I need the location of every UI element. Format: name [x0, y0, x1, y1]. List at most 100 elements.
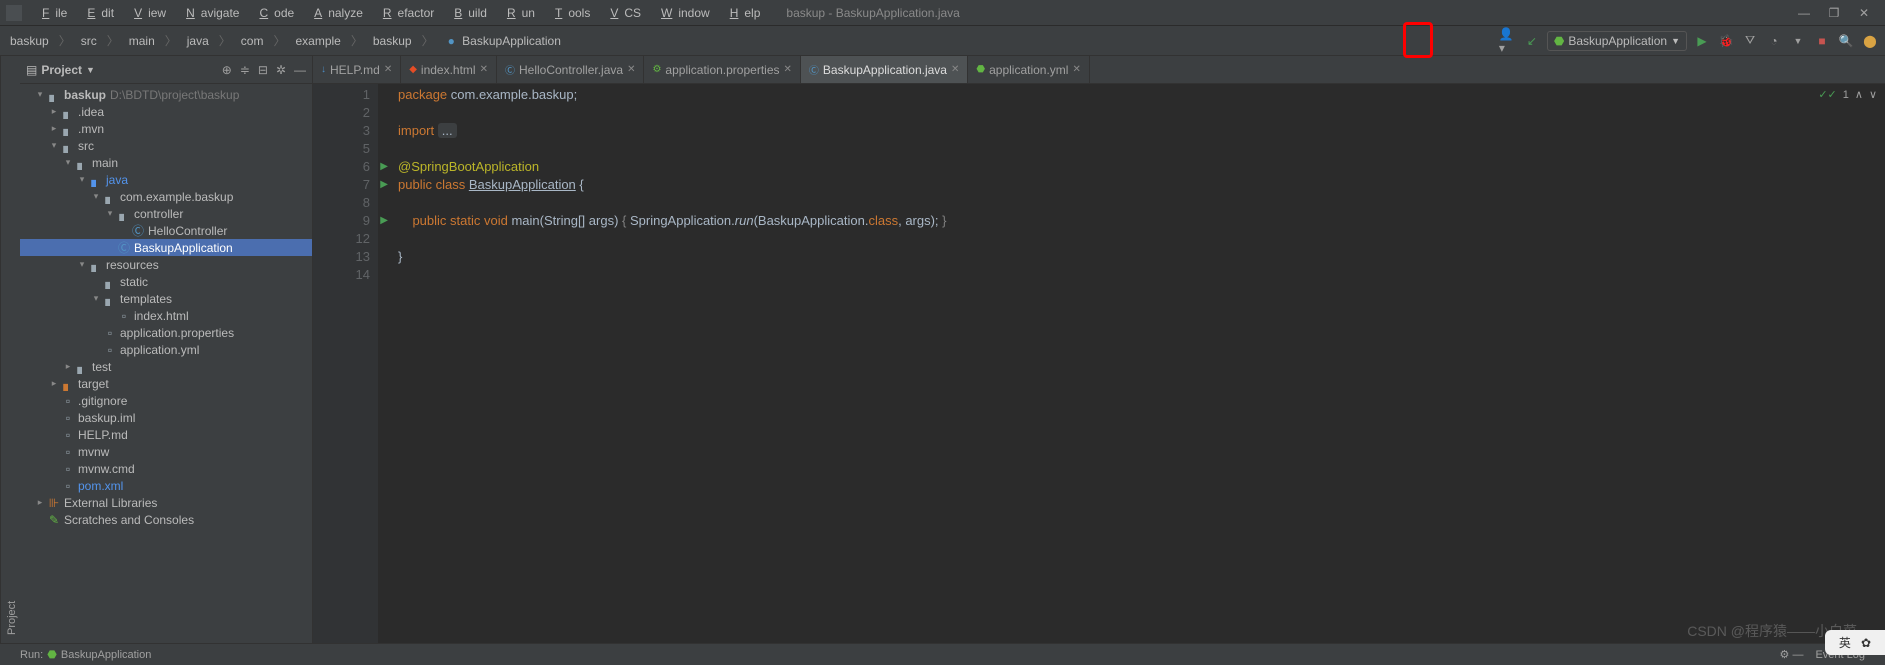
editor-tab[interactable]: ⚙application.properties✕ — [644, 56, 800, 83]
tree-node[interactable]: ▫mvnw.cmd — [20, 460, 312, 477]
gutter-run-icon[interactable]: ▶ — [380, 158, 388, 176]
tree-node[interactable]: ▸▖target — [20, 375, 312, 392]
tree-node[interactable]: ▫pom.xml — [20, 477, 312, 494]
locate-icon[interactable]: ⊕ — [222, 63, 232, 77]
tree-node[interactable]: ▫.gitignore — [20, 392, 312, 409]
hide-icon[interactable]: — — [294, 63, 306, 77]
editor-tab[interactable]: ⒸBaskupApplication.java✕ — [801, 56, 968, 83]
tree-node[interactable]: ▖static — [20, 273, 312, 290]
run-tool-window[interactable]: Run: ⬣ BaskupApplication — [20, 648, 151, 661]
tree-node[interactable]: ▾▖src — [20, 137, 312, 154]
menu-vcs[interactable]: VCS — [598, 4, 647, 22]
breadcrumb-item[interactable]: baskup — [369, 32, 416, 50]
stop-button[interactable]: ■ — [1813, 32, 1831, 50]
maximize-button[interactable]: ❐ — [1827, 6, 1841, 20]
tree-node[interactable]: ▫application.yml — [20, 341, 312, 358]
editor-status[interactable]: ✓✓ 1 ∧ ∨ — [1818, 88, 1877, 101]
sync-icon[interactable]: ↙ — [1523, 32, 1541, 50]
tree-node[interactable]: ▸▖test — [20, 358, 312, 375]
code-editor[interactable]: 12356▶7▶89▶121314 package com.example.ba… — [313, 84, 1885, 643]
run-button[interactable]: ▶ — [1693, 32, 1711, 50]
tree-node[interactable]: ⒸHelloController — [20, 222, 312, 239]
tree-arrow-icon[interactable]: ▸ — [48, 106, 60, 117]
expand-icon[interactable]: ≑ — [240, 63, 250, 77]
menu-file[interactable]: File — [30, 4, 73, 22]
tree-node[interactable]: ▫mvnw — [20, 443, 312, 460]
menu-build[interactable]: Build — [442, 4, 493, 22]
editor-tab[interactable]: ↓HELP.md✕ — [313, 56, 401, 83]
tab-close-icon[interactable]: ✕ — [384, 64, 392, 75]
tree-arrow-icon[interactable]: ▾ — [48, 140, 60, 151]
tab-close-icon[interactable]: ✕ — [480, 64, 488, 75]
menu-analyze[interactable]: Analyze — [302, 4, 369, 22]
ime-indicator[interactable]: 英 ✿ — [1825, 630, 1885, 655]
search-icon[interactable]: 🔍 — [1837, 32, 1855, 50]
tree-arrow-icon[interactable]: ▾ — [90, 293, 102, 304]
gutter-run-icon[interactable]: ▶ — [380, 212, 388, 230]
debug-button[interactable]: 🐞 — [1717, 32, 1735, 50]
collapse-icon[interactable]: ⊟ — [258, 63, 268, 77]
tree-node[interactable]: ⒸBaskupApplication — [20, 239, 312, 256]
tree-node[interactable]: ▾▖resources — [20, 256, 312, 273]
tree-node[interactable]: ▾▖baskupD:\BDTD\project\baskup — [20, 86, 312, 103]
code-content[interactable]: package com.example.baskup;import ...@Sp… — [378, 84, 1885, 643]
editor-tab[interactable]: ⬣application.yml✕ — [968, 56, 1090, 83]
run-config-dropdown[interactable]: ⬣ BaskupApplication ▼ — [1547, 31, 1687, 51]
project-tree[interactable]: ▾▖baskupD:\BDTD\project\baskup▸▖.idea▸▖.… — [20, 84, 312, 643]
tree-node[interactable]: ▫application.properties — [20, 324, 312, 341]
tree-node[interactable]: ▾▖templates — [20, 290, 312, 307]
tree-node[interactable]: ▫baskup.iml — [20, 409, 312, 426]
breadcrumb-item[interactable]: ● BaskupApplication — [440, 32, 565, 50]
settings-icon[interactable]: ✲ — [276, 63, 286, 77]
settings-bottom-icon[interactable]: ⚙ — — [1780, 648, 1804, 661]
menu-refactor[interactable]: Refactor — [371, 4, 440, 22]
tree-arrow-icon[interactable]: ▸ — [34, 497, 46, 508]
breadcrumb-item[interactable]: example — [291, 32, 344, 50]
tree-node[interactable]: ▾▖controller — [20, 205, 312, 222]
breadcrumb-item[interactable]: main — [125, 32, 159, 50]
gutter-run-icon[interactable]: ▶ — [380, 176, 388, 194]
tree-node[interactable]: ▫HELP.md — [20, 426, 312, 443]
add-user-icon[interactable]: 👤▾ — [1499, 32, 1517, 50]
minimize-button[interactable]: — — [1797, 6, 1811, 20]
tab-close-icon[interactable]: ✕ — [1072, 64, 1080, 75]
menu-edit[interactable]: Edit — [75, 4, 120, 22]
tree-node[interactable]: ▾▖main — [20, 154, 312, 171]
more-run-icon[interactable]: ▼ — [1789, 32, 1807, 50]
up-icon[interactable]: ∧ — [1855, 88, 1863, 101]
tree-arrow-icon[interactable]: ▾ — [34, 89, 46, 100]
help-icon[interactable]: ⬤ — [1861, 32, 1879, 50]
tab-close-icon[interactable]: ✕ — [951, 64, 959, 75]
menu-view[interactable]: View — [122, 4, 172, 22]
breadcrumb-item[interactable]: src — [77, 32, 101, 50]
menu-help[interactable]: Help — [718, 4, 767, 22]
down-icon[interactable]: ∨ — [1869, 88, 1877, 101]
breadcrumb-item[interactable]: baskup — [6, 32, 53, 50]
tree-arrow-icon[interactable]: ▾ — [62, 157, 74, 168]
tree-node[interactable]: ✎Scratches and Consoles — [20, 511, 312, 528]
coverage-button[interactable]: ⛛ — [1741, 32, 1759, 50]
breadcrumb-item[interactable]: java — [183, 32, 213, 50]
menu-navigate[interactable]: Navigate — [174, 4, 245, 22]
tab-close-icon[interactable]: ✕ — [627, 64, 635, 75]
tree-arrow-icon[interactable]: ▾ — [90, 191, 102, 202]
menu-code[interactable]: Code — [247, 4, 300, 22]
breadcrumb-item[interactable]: com — [237, 32, 268, 50]
tree-arrow-icon[interactable]: ▾ — [76, 174, 88, 185]
tree-arrow-icon[interactable]: ▸ — [48, 378, 60, 389]
close-button[interactable]: ✕ — [1857, 6, 1871, 20]
tree-node[interactable]: ▸▖.mvn — [20, 120, 312, 137]
tree-arrow-icon[interactable]: ▸ — [48, 123, 60, 134]
editor-tab[interactable]: ⒸHelloController.java✕ — [497, 56, 644, 83]
menu-window[interactable]: Window — [649, 4, 716, 22]
tree-arrow-icon[interactable]: ▸ — [62, 361, 74, 372]
project-tool-tab[interactable]: Project — [0, 56, 20, 643]
tree-node[interactable]: ▾▖java — [20, 171, 312, 188]
menu-tools[interactable]: Tools — [543, 4, 596, 22]
tab-close-icon[interactable]: ✕ — [784, 64, 792, 75]
editor-tab[interactable]: ◆index.html✕ — [401, 56, 497, 83]
tree-arrow-icon[interactable]: ▾ — [104, 208, 116, 219]
tree-node[interactable]: ▸▖.idea — [20, 103, 312, 120]
menu-run[interactable]: Run — [495, 4, 541, 22]
tree-node[interactable]: ▫index.html — [20, 307, 312, 324]
